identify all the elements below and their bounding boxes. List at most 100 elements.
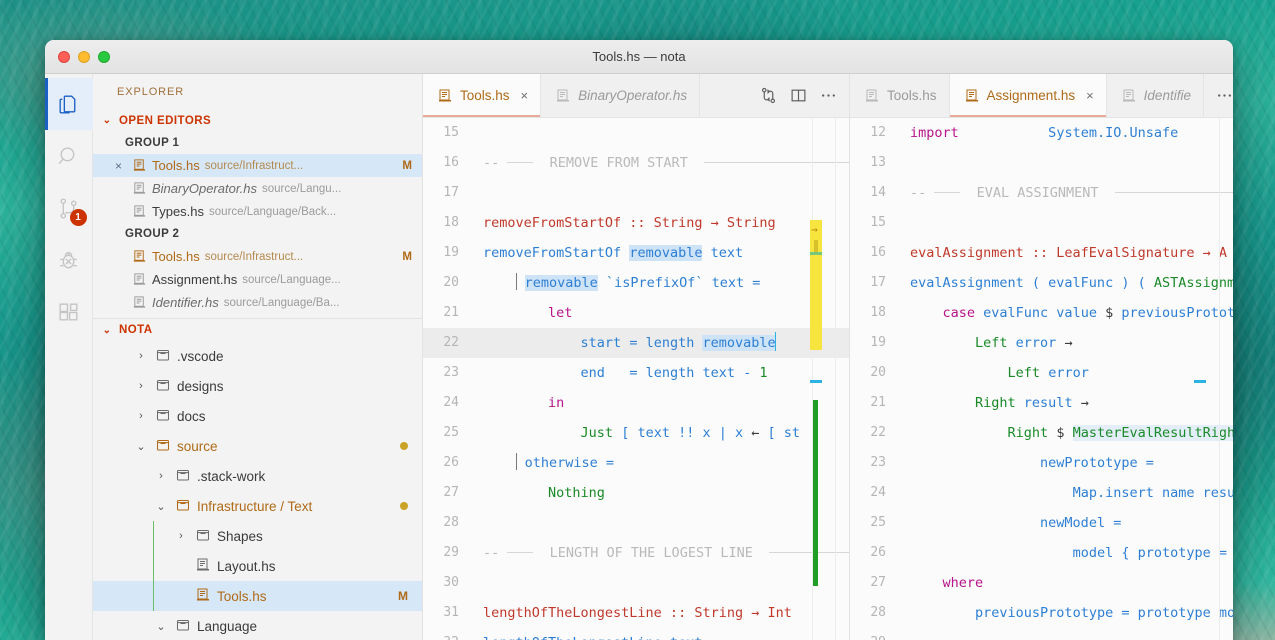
tree-row-infrastructure-text[interactable]: ⌄ Infrastructure / Text [93,491,422,521]
code-line[interactable]: 18 case evalFunc value $ previousProtot [850,298,1233,328]
tree-row-designs[interactable]: › designs [93,371,422,401]
tab-identifier-hs[interactable]: Identifie [1106,74,1204,117]
minimize-window-button[interactable] [78,50,90,63]
chevron-down-icon[interactable]: ⌄ [153,620,169,633]
editor-scrollbar[interactable] [1219,118,1233,640]
code-line[interactable]: 16 evalAssignment :: LeafEvalSignature → … [850,238,1233,268]
tree-row-stack-work[interactable]: › .stack-work [93,461,422,491]
code-line[interactable]: 14 -- EVAL ASSIGNMENT [850,178,1233,208]
close-icon[interactable]: × [521,88,529,103]
open-editor-row[interactable]: × Types.hs source/Language/Back... [93,200,422,223]
code-line[interactable]: 15 [423,118,849,148]
code-line[interactable]: 24 Map.insert name resu [850,478,1233,508]
chevron-down-icon[interactable]: ⌄ [153,500,169,513]
tab-assignment-hs[interactable]: Assignment.hs × [949,74,1107,117]
section-project-nota[interactable]: ⌄ NOTA [93,318,422,341]
code-line[interactable]: 22 Right $ MasterEvalResultRigh [850,418,1233,448]
activity-item-search[interactable] [45,130,93,182]
code-line[interactable]: 16 -- REMOVE FROM START [423,148,849,178]
tree-row-tools-hs[interactable]: › Tools.hsM [93,581,422,611]
tree-row-layout-hs[interactable]: › Layout.hs [93,551,422,581]
code-editor-left[interactable]: 15 16 -- REMOVE FROM START 17 18 removeFromS… [423,118,849,640]
overview-ruler[interactable]: → [810,118,822,640]
code-line[interactable]: 13 [850,148,1233,178]
chevron-right-icon[interactable]: › [173,530,189,542]
line-number: 25 [870,515,886,530]
activity-item-run-and-debug[interactable] [45,234,93,286]
code-line[interactable]: 22 start = length removable [423,328,849,358]
code-line[interactable]: 29 [850,628,1233,640]
chevron-down-icon[interactable]: ⌄ [133,440,149,453]
section-open-editors[interactable]: ⌄ OPEN EDITORS [93,109,422,132]
code-line[interactable]: 27 where [850,568,1233,598]
overview-ruler[interactable] [1194,118,1206,640]
code-line[interactable]: 31 lengthOfTheLongestLine :: String → Int [423,598,849,628]
tree-row-source[interactable]: ⌄ source [93,431,422,461]
tree-row-shapes[interactable]: › Shapes [93,521,422,551]
code-line[interactable]: 23 newPrototype = [850,448,1233,478]
tree-row-language[interactable]: ⌄ Language [93,611,422,640]
code-line[interactable]: 19 removeFromStartOf removable text [423,238,849,268]
search-icon [56,144,81,169]
tab-tools-hs[interactable]: Tools.hs × [423,74,542,117]
code-line[interactable]: 26 model { prototype = [850,538,1233,568]
file-path: source/Language/Back... [209,205,337,218]
code-line-content: removeFromStartOf removable text [473,238,743,268]
chevron-right-icon[interactable]: › [133,410,149,422]
activity-item-extensions[interactable] [45,286,93,338]
open-editor-row[interactable]: × Tools.hs source/Infrastruct... M [93,245,422,268]
chevron-right-icon[interactable]: › [133,380,149,392]
code-token: Map.insert name resu [1072,485,1233,501]
code-line[interactable]: 23 end = length text - 1 [423,358,849,388]
close-window-button[interactable] [58,50,70,63]
zoom-window-button[interactable] [98,50,110,63]
tab-tools-hs-right[interactable]: Tools.hs [850,74,950,117]
haskell-file-icon [964,88,980,104]
split-editor-icon[interactable] [790,87,807,104]
tree-row-vscode[interactable]: › .vscode [93,341,422,371]
code-line[interactable]: 18 removeFromStartOf :: String → String [423,208,849,238]
chevron-right-icon[interactable]: › [133,350,149,362]
code-line[interactable]: 21 Right result → [850,388,1233,418]
activity-item-source-control[interactable]: 1 [45,182,93,234]
ellipsis-icon[interactable] [820,87,837,104]
open-editor-row[interactable]: × Tools.hs source/Infrastruct... M [93,154,422,177]
close-icon[interactable]: × [1086,88,1094,103]
code-line[interactable]: 19 Left error → [850,328,1233,358]
code-line[interactable]: 26 otherwise = [423,448,849,478]
code-token: REMOVE FROM START [533,155,705,171]
file-name: Tools.hs [152,158,200,173]
open-editor-row[interactable]: × BinaryOperator.hs source/Langu... [93,177,422,200]
activity-item-explorer[interactable] [45,78,93,130]
close-icon[interactable]: × [115,160,127,172]
editor-scrollbar[interactable] [835,118,849,640]
code-line[interactable]: 29 -- LENGTH OF THE LOGEST LINE [423,538,849,568]
code-line[interactable]: 20 removable `isPrefixOf` text = [423,268,849,298]
code-editor-right[interactable]: 12 import System.IO.Unsafe 13 14 -- EVAL ASS… [850,118,1233,640]
ellipsis-icon[interactable] [1216,87,1233,104]
code-token: evalAssignment ( evalFunc ) ( [910,275,1154,291]
code-token: -- [483,155,508,171]
code-line[interactable]: 17 [423,178,849,208]
code-line[interactable]: 17 evalAssignment ( evalFunc ) ( ASTAssig… [850,268,1233,298]
code-line[interactable]: 25 newModel = [850,508,1233,538]
code-line[interactable]: 20 Left error [850,358,1233,388]
code-line[interactable]: 32 lengthOfTheLongestLine text = [423,628,849,640]
tab-binaryoperator-hs[interactable]: BinaryOperator.hs [541,74,701,117]
code-line[interactable]: 28 previousPrototype = prototype mo [850,598,1233,628]
code-line[interactable]: 15 [850,208,1233,238]
code-line[interactable]: 25 Just [ text !! x | x ← [ st [423,418,849,448]
tree-row-docs[interactable]: › docs [93,401,422,431]
code-line[interactable]: 30 [423,568,849,598]
code-line[interactable]: 21 let [423,298,849,328]
open-editor-row[interactable]: × Assignment.hs source/Language... [93,268,422,291]
compare-icon[interactable] [760,87,777,104]
file-name: Identifier.hs [152,295,219,310]
code-line[interactable]: 27 Nothing [423,478,849,508]
code-line[interactable]: 24 in [423,388,849,418]
open-editor-row[interactable]: × Identifier.hs source/Language/Ba... [93,291,422,314]
code-line[interactable]: 28 [423,508,849,538]
chevron-right-icon[interactable]: › [153,470,169,482]
code-line[interactable]: 12 import System.IO.Unsafe [850,118,1233,148]
